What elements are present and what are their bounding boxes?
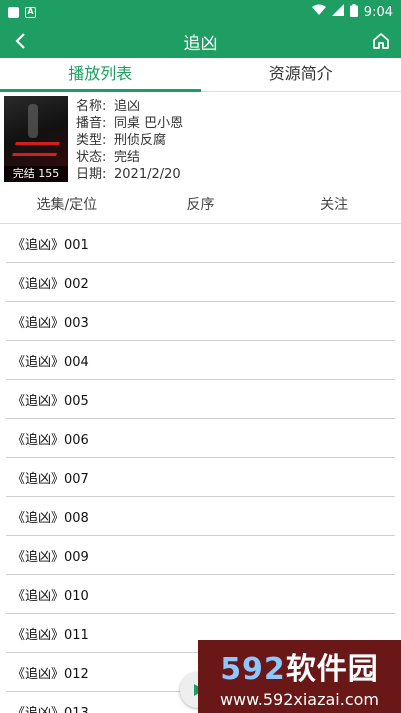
watermark-url: www.592xiazai.com	[219, 690, 380, 709]
episode-item[interactable]: 《追凶》009	[6, 536, 395, 575]
watermark-text: 软件园	[285, 652, 379, 687]
episode-item[interactable]: 《追凶》008	[6, 497, 395, 536]
episode-item[interactable]: 《追凶》006	[6, 419, 395, 458]
battery-icon	[349, 3, 358, 21]
meta-key: 名称:	[76, 99, 107, 114]
wifi-icon	[311, 4, 326, 20]
episode-item[interactable]: 《追凶》010	[6, 575, 395, 614]
meta-value: 2021/2/20	[114, 167, 181, 182]
cover-badge: 完结 155	[4, 166, 68, 182]
reverse-order-button[interactable]: 反序	[134, 186, 268, 223]
tab-playlist[interactable]: 播放列表	[0, 58, 201, 92]
episode-item[interactable]: 《追凶》002	[6, 263, 395, 302]
home-button[interactable]	[361, 24, 401, 58]
action-bar: 选集/定位 反序 关注	[0, 186, 401, 224]
meta-value: 追凶	[114, 99, 141, 114]
meta-key: 日期:	[76, 167, 107, 182]
meta-name: 名称: 追凶	[76, 98, 183, 115]
cover-figure	[28, 104, 38, 138]
follow-button[interactable]: 关注	[267, 186, 401, 223]
app-notification-icon: A	[25, 6, 36, 18]
watermark-title: 592软件园	[220, 644, 379, 688]
status-bar: A 9:04	[0, 0, 401, 24]
notification-icon	[8, 6, 19, 18]
album-meta: 名称: 追凶 播音: 同桌 巴小恩 类型: 刑侦反腐 状态: 完结 日期: 20…	[76, 96, 183, 182]
meta-key: 状态:	[76, 150, 107, 165]
meta-genre: 类型: 刑侦反腐	[76, 132, 183, 149]
watermark-number: 592	[220, 652, 286, 687]
meta-value: 完结	[114, 150, 141, 165]
meta-narrator: 播音: 同桌 巴小恩	[76, 115, 183, 132]
album-info: 完结 155 名称: 追凶 播音: 同桌 巴小恩 类型: 刑侦反腐 状态: 完结…	[0, 94, 401, 184]
meta-value: 同桌 巴小恩	[114, 116, 184, 131]
cover-art	[12, 142, 60, 156]
back-button[interactable]	[0, 24, 40, 58]
chevron-left-icon	[15, 33, 25, 49]
episode-item[interactable]: 《追凶》005	[6, 380, 395, 419]
select-locate-button[interactable]: 选集/定位	[0, 186, 134, 223]
episode-item[interactable]: 《追凶》007	[6, 458, 395, 497]
meta-date: 日期: 2021/2/20	[76, 166, 183, 183]
tab-resource-intro[interactable]: 资源简介	[201, 58, 401, 91]
tab-bar: 播放列表 资源简介	[0, 58, 401, 92]
meta-value: 刑侦反腐	[114, 133, 167, 148]
episode-item[interactable]: 《追凶》003	[6, 302, 395, 341]
signal-icon	[331, 4, 344, 20]
watermark-logo: 592软件园 www.592xiazai.com	[198, 640, 401, 713]
meta-key: 播音:	[76, 116, 107, 131]
album-cover[interactable]: 完结 155	[4, 96, 68, 182]
episode-item[interactable]: 《追凶》001	[6, 224, 395, 263]
meta-status: 状态: 完结	[76, 149, 183, 166]
home-icon	[373, 33, 389, 49]
page-title: 追凶	[183, 33, 218, 54]
episode-item[interactable]: 《追凶》004	[6, 341, 395, 380]
meta-key: 类型:	[76, 133, 107, 148]
status-time: 9:04	[363, 4, 393, 20]
app-bar: 追凶	[0, 24, 401, 58]
